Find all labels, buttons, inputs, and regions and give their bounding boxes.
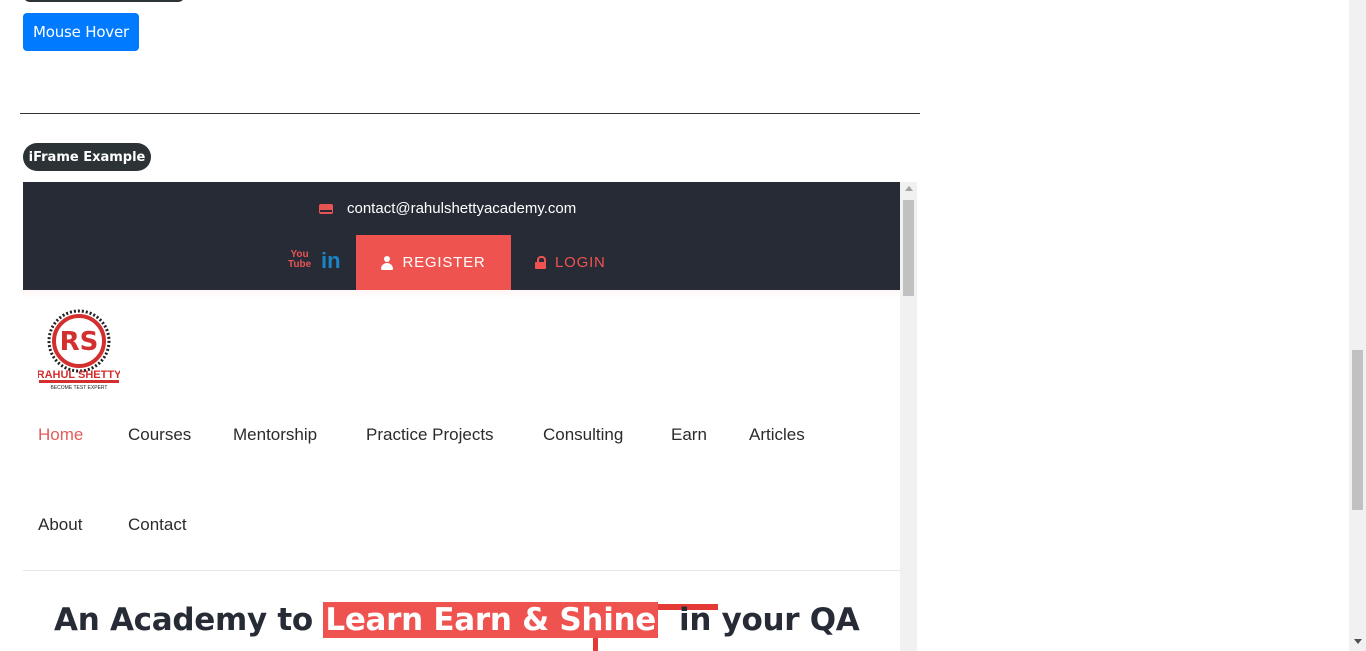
- hero-highlight: Learn Earn & Shine: [323, 602, 659, 638]
- register-button[interactable]: REGISTER: [356, 235, 511, 290]
- nav-about[interactable]: About: [38, 515, 82, 535]
- youtube-text: You Tube: [288, 249, 312, 270]
- login-link[interactable]: LOGIN: [535, 235, 606, 290]
- lock-icon: [535, 256, 546, 269]
- iframe-example-badge: iFrame Example: [23, 143, 151, 171]
- iframe-frame[interactable]: contact@rahulshettyacademy.com You Tube …: [23, 182, 917, 651]
- nav-contact[interactable]: Contact: [128, 515, 187, 535]
- youtube-icon[interactable]: You Tube: [288, 248, 311, 272]
- nav-practice-projects[interactable]: Practice Projects: [366, 425, 494, 445]
- scroll-up-arrow-icon[interactable]: [905, 186, 913, 191]
- linkedin-icon[interactable]: in: [321, 248, 341, 274]
- envelope-icon: [319, 203, 333, 214]
- contact-email-text: contact@rahulshettyacademy.com: [347, 200, 577, 217]
- iframe-scrollbar[interactable]: [900, 182, 917, 651]
- login-label: LOGIN: [555, 254, 606, 271]
- nav-courses[interactable]: Courses: [128, 425, 191, 445]
- hero-text-post: in your QA: [658, 602, 860, 638]
- logo-tagline: BECOME TEST EXPERT: [51, 385, 108, 391]
- section-divider: [20, 113, 920, 114]
- contact-email[interactable]: contact@rahulshettyacademy.com: [319, 200, 576, 217]
- logo-title: RAHUL SHETTY: [38, 369, 120, 381]
- header-shadow: [23, 290, 900, 300]
- user-icon: [381, 255, 394, 270]
- cut-off-badge: [23, 0, 185, 2]
- page-scroll-thumb[interactable]: [1352, 350, 1363, 510]
- nav-home[interactable]: Home: [38, 425, 83, 445]
- nav-divider: [23, 570, 900, 571]
- logo-monogram: RS: [60, 327, 99, 357]
- mouse-hover-button[interactable]: Mouse Hover: [23, 13, 139, 51]
- hero-heading: An Academy to Learn Earn & Shine in your…: [54, 602, 860, 638]
- page-scrollbar[interactable]: [1349, 0, 1366, 651]
- scroll-down-arrow-icon[interactable]: [1354, 639, 1362, 644]
- hero-text-pre: An Academy to: [54, 602, 324, 638]
- register-label: REGISTER: [402, 254, 486, 271]
- nav-earn[interactable]: Earn: [671, 425, 707, 445]
- nav-consulting[interactable]: Consulting: [543, 425, 623, 445]
- logo-graphic: RS RAHUL SHETTY BECOME TEST EXPERT: [37, 309, 122, 391]
- nav-mentorship[interactable]: Mentorship: [233, 425, 317, 445]
- top-contact-bar: contact@rahulshettyacademy.com You Tube …: [23, 182, 900, 290]
- site-logo[interactable]: RS RAHUL SHETTY BECOME TEST EXPERT: [37, 308, 122, 392]
- nav-articles[interactable]: Articles: [749, 425, 805, 445]
- iframe-scroll-thumb[interactable]: [903, 200, 914, 296]
